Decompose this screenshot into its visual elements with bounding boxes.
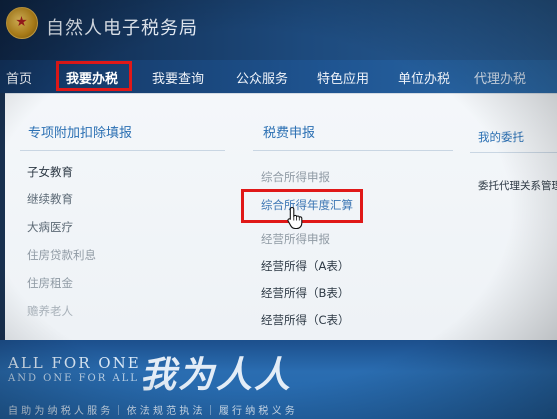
promo-banner: ALL FOR ONE AND ONE FOR ALL 我为人人 自 助 为 纳… — [0, 340, 557, 419]
nav-item-featured-apps[interactable]: 特色应用 — [317, 68, 369, 87]
nav-item-home[interactable]: 首页 — [6, 68, 32, 87]
column-divider — [470, 152, 557, 153]
menu-item-child-education[interactable]: 子女教育 — [27, 164, 73, 180]
column-divider — [253, 150, 453, 151]
banner-slogan-en-1: ALL FOR ONE — [8, 354, 141, 372]
site-header: 自然人电子税务局 — [0, 0, 557, 60]
menu-item-serious-illness[interactable]: 大病医疗 — [27, 219, 73, 235]
nav-item-query[interactable]: 我要查询 — [152, 68, 204, 87]
hand-cursor-icon — [287, 206, 303, 230]
tax-emblem-icon — [6, 7, 38, 39]
nav-item-agent-tax[interactable]: 代理办税 — [474, 68, 526, 87]
menu-item-business-income-c[interactable]: 经营所得（C表） — [261, 312, 350, 328]
column-heading-tax-filing[interactable]: 税费申报 — [263, 122, 315, 141]
column-divider — [20, 150, 225, 151]
banner-bottom-text: 自 助 为 纳 税 人 服 务 ｜ 依 法 规 范 执 法 ｜ 履 行 纳 税 … — [8, 406, 295, 417]
menu-item-housing-loan-interest[interactable]: 住房贷款利息 — [27, 247, 96, 263]
nav-item-public-service[interactable]: 公众服务 — [236, 68, 288, 87]
banner-calligraphy: 我为人人 — [140, 354, 293, 396]
menu-item-elderly-support[interactable]: 赡养老人 — [27, 303, 73, 319]
menu-item-comprehensive-income-filing[interactable]: 综合所得申报 — [261, 169, 330, 185]
banner-slogan-en-2: AND ONE FOR ALL — [8, 373, 139, 384]
menu-item-delegation-management[interactable]: 委托代理关系管理 — [478, 178, 557, 193]
highlight-box-nav — [56, 61, 132, 91]
menu-item-housing-rent[interactable]: 住房租金 — [27, 275, 73, 291]
menu-item-business-income-a[interactable]: 经营所得（A表） — [261, 258, 349, 274]
site-title: 自然人电子税务局 — [46, 18, 198, 39]
nav-item-unit-tax[interactable]: 单位办税 — [398, 68, 450, 87]
column-heading-special-deductions[interactable]: 专项附加扣除填报 — [28, 122, 132, 141]
column-heading-my-delegation[interactable]: 我的委托 — [478, 129, 524, 145]
menu-item-business-income-filing[interactable]: 经营所得申报 — [261, 231, 330, 247]
menu-item-business-income-b[interactable]: 经营所得（B表） — [261, 285, 349, 301]
menu-item-continuing-education[interactable]: 继续教育 — [27, 191, 73, 207]
